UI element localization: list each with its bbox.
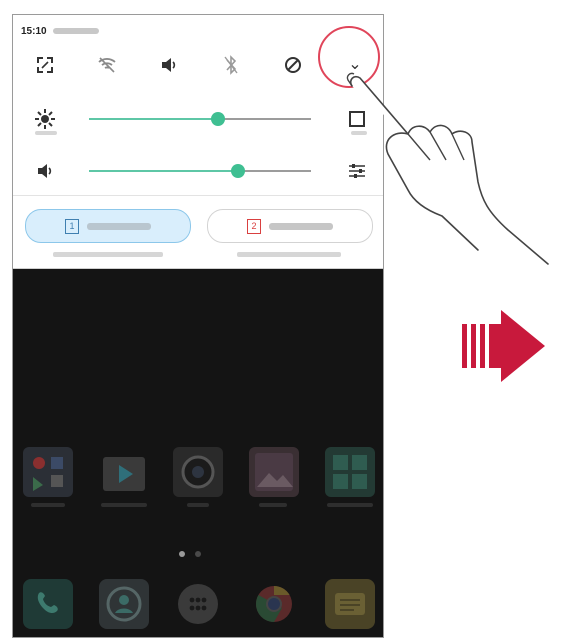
volume-track[interactable] xyxy=(89,164,311,178)
sound-icon[interactable] xyxy=(157,53,181,77)
sim-1-button[interactable]: 1 xyxy=(25,209,191,243)
page-dot-active xyxy=(179,551,185,557)
brightness-icon xyxy=(33,107,57,131)
volume-thumb[interactable] xyxy=(231,164,245,178)
dock xyxy=(13,575,383,637)
gallery-icon[interactable] xyxy=(249,447,299,497)
apps-grid-icon[interactable] xyxy=(325,447,375,497)
camera-label xyxy=(187,503,209,507)
screen-capture-icon[interactable] xyxy=(33,53,57,77)
wifi-off-icon[interactable] xyxy=(95,53,119,77)
play-store-label xyxy=(101,503,147,507)
app-drawer-icon[interactable] xyxy=(173,579,223,629)
brightness-track[interactable] xyxy=(89,112,311,126)
volume-icon xyxy=(33,159,57,183)
next-step-arrow-icon xyxy=(462,310,545,382)
contacts-icon[interactable] xyxy=(99,579,149,629)
messages-icon[interactable] xyxy=(325,579,375,629)
gallery-label xyxy=(259,503,287,507)
chrome-icon[interactable] xyxy=(249,579,299,629)
play-store-icon[interactable] xyxy=(99,447,149,497)
sim-2-badge: 2 xyxy=(247,218,261,234)
pointing-hand-icon xyxy=(346,72,549,265)
status-bar: 15:10 xyxy=(21,23,99,39)
sim-1-badge: 1 xyxy=(65,218,79,234)
status-time: 15:10 xyxy=(21,25,47,37)
bluetooth-off-icon[interactable] xyxy=(219,53,243,77)
camera-icon[interactable] xyxy=(173,447,223,497)
home-app-row xyxy=(13,447,383,517)
apps-grid-label xyxy=(327,503,373,507)
page-indicator xyxy=(179,551,201,557)
brightness-caption xyxy=(35,131,57,135)
status-date xyxy=(52,28,99,34)
page-dot xyxy=(195,551,201,557)
app-folder-icon[interactable] xyxy=(23,447,73,497)
sim-1-label xyxy=(87,222,151,230)
app-folder-label xyxy=(31,503,65,507)
phone-icon[interactable] xyxy=(23,579,73,629)
sim-1-carrier xyxy=(53,252,163,257)
brightness-thumb[interactable] xyxy=(211,112,225,126)
brightness-fill xyxy=(89,118,218,120)
volume-fill xyxy=(89,170,238,172)
